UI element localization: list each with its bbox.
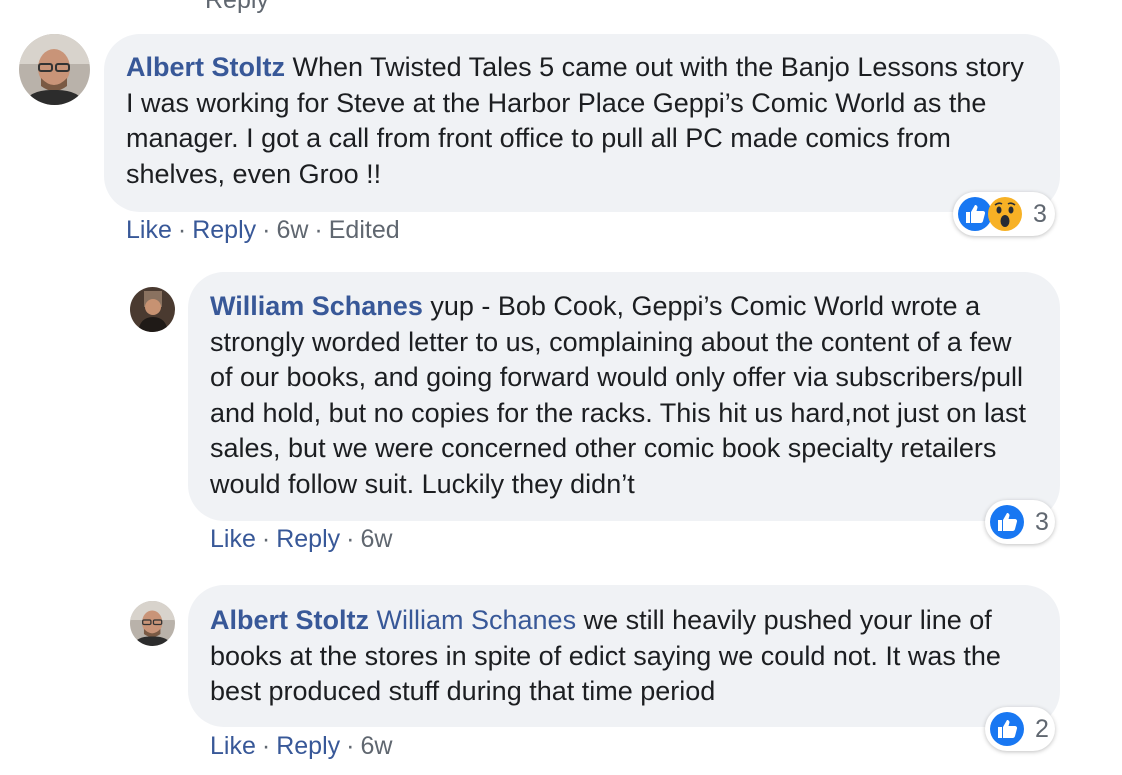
comment-bubble: Albert Stoltz When Twisted Tales 5 came … [104, 34, 1060, 212]
previous-reply-link[interactable]: Reply [205, 0, 269, 15]
reply-link[interactable]: Reply [276, 525, 340, 553]
wow-icon [987, 196, 1023, 232]
avatar-albert-stoltz[interactable] [19, 34, 90, 105]
comment-actions: Like · Reply · 6w [210, 525, 392, 554]
separator-dot: · [314, 216, 323, 244]
comment-actions: Like · Reply · 6w · Edited [126, 216, 400, 245]
avatar-photo [19, 34, 90, 105]
comment-timestamp[interactable]: 6w [276, 216, 308, 244]
comment-author[interactable]: Albert Stoltz [126, 52, 285, 82]
separator-dot: · [346, 525, 355, 553]
comment-bubble: William Schanes yup - Bob Cook, Geppi’s … [188, 272, 1060, 521]
avatar-photo [130, 287, 175, 332]
like-icon [989, 504, 1025, 540]
reply-link[interactable]: Reply [192, 216, 256, 244]
mention-tag[interactable]: William Schanes [377, 605, 577, 635]
reaction-count: 3 [1035, 507, 1049, 536]
separator-dot: · [346, 732, 355, 760]
avatar-albert-stoltz[interactable] [130, 601, 175, 646]
comment-author[interactable]: Albert Stoltz [210, 605, 369, 635]
comment-timestamp[interactable]: 6w [360, 525, 392, 553]
reaction-count: 2 [1035, 714, 1049, 743]
comment-actions: Like · Reply · 6w [210, 732, 392, 761]
separator-dot: · [261, 732, 271, 760]
reaction-count: 3 [1033, 199, 1047, 228]
avatar-photo [130, 601, 175, 646]
separator-dot: · [177, 216, 187, 244]
reactions-summary[interactable]: 3 [985, 500, 1055, 544]
reactions-summary[interactable]: 3 [953, 192, 1055, 236]
comment-timestamp[interactable]: 6w [360, 732, 392, 760]
like-icon [989, 711, 1025, 747]
comment-bubble: Albert Stoltz William Schanes we still h… [188, 585, 1060, 727]
like-link[interactable]: Like [126, 216, 172, 244]
separator-dot: · [261, 525, 271, 553]
like-link[interactable]: Like [210, 525, 256, 553]
like-link[interactable]: Like [210, 732, 256, 760]
comment-author[interactable]: William Schanes [210, 291, 423, 321]
reply-link[interactable]: Reply [276, 732, 340, 760]
reactions-summary[interactable]: 2 [985, 707, 1055, 751]
separator-dot: · [262, 216, 271, 244]
avatar-william-schanes[interactable] [130, 287, 175, 332]
edited-label[interactable]: Edited [329, 216, 400, 244]
comment-text: yup - Bob Cook, Geppi’s Comic World wrot… [210, 291, 1026, 499]
